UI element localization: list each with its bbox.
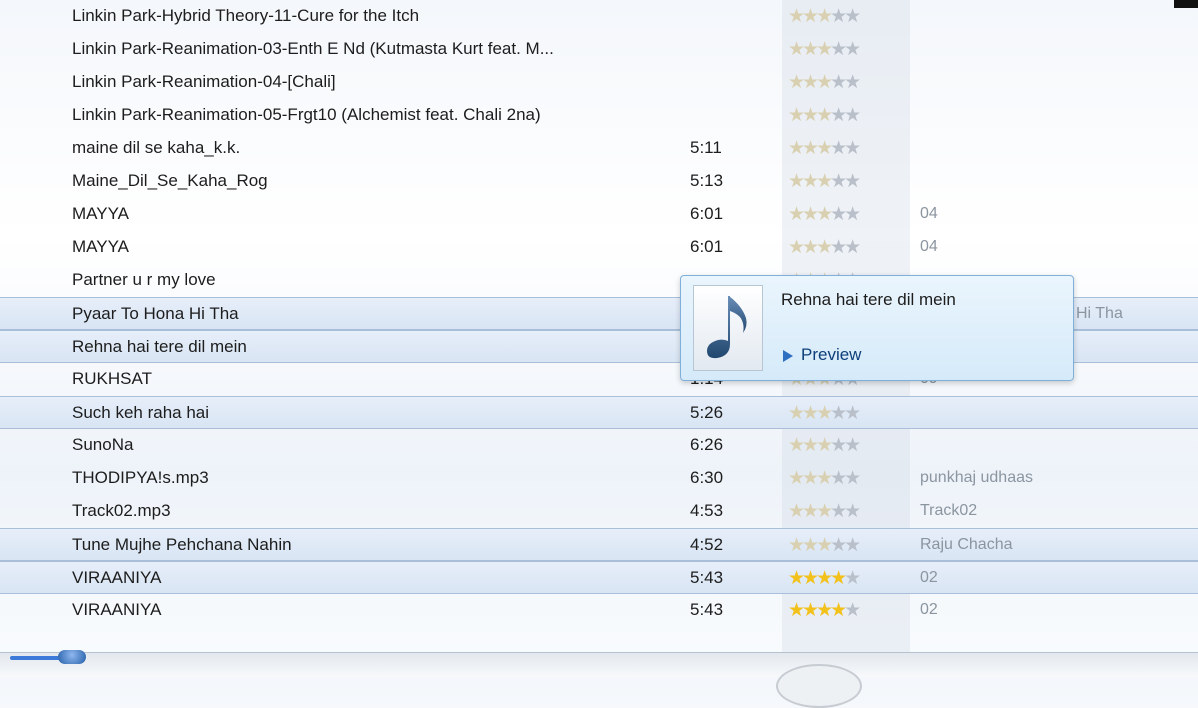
- track-title: Such keh raha hai: [72, 403, 210, 422]
- player-controls-bar: [0, 652, 1198, 677]
- track-row-selected[interactable]: Such keh raha hai 5:26 ★★★★★: [0, 396, 1198, 429]
- track-title: Tune Mujhe Pehchana Nahin: [72, 535, 292, 554]
- track-row[interactable]: Linkin Park-Reanimation-04-[Chali] ★★★★★: [0, 66, 1198, 99]
- track-extra: Track02: [920, 502, 978, 519]
- track-row[interactable]: VIRAANIYA 5:43 ★★★★★ 02: [0, 594, 1198, 627]
- track-row[interactable]: MAYYA 6:01 ★★★★★ 04: [0, 198, 1198, 231]
- rating-stars[interactable]: ★★★★★: [788, 137, 861, 160]
- track-title: Track02.mp3: [72, 501, 171, 520]
- track-title: RUKHSAT: [72, 369, 152, 388]
- track-row[interactable]: Maine_Dil_Se_Kaha_Rog 5:13 ★★★★★: [0, 165, 1198, 198]
- track-row[interactable]: Linkin Park-Reanimation-03-Enth E Nd (Ku…: [0, 33, 1198, 66]
- rating-stars[interactable]: ★★★★★: [788, 467, 861, 490]
- rating-stars[interactable]: ★★★★★: [788, 5, 861, 28]
- track-length: 6:01: [690, 237, 724, 256]
- track-title: Linkin Park-Reanimation-04-[Chali]: [72, 72, 336, 91]
- track-row[interactable]: Track02.mp3 4:53 ★★★★★ Track02: [0, 495, 1198, 528]
- track-row-selected[interactable]: Tune Mujhe Pehchana Nahin 4:52 ★★★★★ Raj…: [0, 528, 1198, 561]
- rating-stars[interactable]: ★★★★★: [788, 203, 861, 226]
- track-extra: 04: [920, 238, 938, 255]
- window-edge-marker: [1174, 0, 1198, 8]
- rating-stars[interactable]: ★★★★★: [788, 534, 861, 557]
- track-length: 6:30: [690, 468, 724, 487]
- music-note-icon: [707, 296, 747, 359]
- rating-stars[interactable]: ★★★★★: [788, 170, 861, 193]
- track-title: VIRAANIYA: [72, 568, 162, 587]
- track-title: Rehna hai tere dil mein: [72, 337, 247, 356]
- track-length: 5:11: [690, 138, 722, 157]
- rating-stars[interactable]: ★★★★★: [788, 434, 861, 457]
- track-title: VIRAANIYA: [72, 600, 162, 619]
- preview-button[interactable]: Preview: [783, 345, 861, 365]
- track-title: THODIPYA!s.mp3: [72, 468, 209, 487]
- track-extra: punkhaj udhaas: [920, 469, 1033, 486]
- track-title: Linkin Park-Reanimation-05-Frgt10 (Alche…: [72, 105, 541, 124]
- track-extra: Raju Chacha: [920, 536, 1013, 553]
- track-extra: Hi Tha: [1076, 305, 1123, 322]
- track-extra: 02: [920, 601, 938, 618]
- track-extra: 02: [920, 569, 938, 586]
- preview-label: Preview: [801, 345, 862, 364]
- track-title: MAYYA: [72, 204, 129, 223]
- track-row[interactable]: THODIPYA!s.mp3 6:30 ★★★★★ punkhaj udhaas: [0, 462, 1198, 495]
- track-title: Maine_Dil_Se_Kaha_Rog: [72, 171, 268, 190]
- rating-stars[interactable]: ★★★★★: [788, 104, 861, 127]
- track-extra: 04: [920, 205, 938, 222]
- seek-handle[interactable]: [58, 650, 86, 664]
- track-title: Linkin Park-Hybrid Theory-11-Cure for th…: [72, 6, 420, 25]
- track-preview-popup: Rehna hai tere dil mein Preview: [680, 275, 1074, 381]
- rating-stars[interactable]: ★★★★★: [788, 236, 861, 259]
- track-length: 6:01: [690, 204, 724, 223]
- track-title: SunoNa: [72, 435, 134, 454]
- track-length: 5:13: [690, 171, 724, 190]
- track-row[interactable]: Linkin Park-Reanimation-05-Frgt10 (Alche…: [0, 99, 1198, 132]
- rating-stars[interactable]: ★★★★★: [788, 500, 861, 523]
- track-length: 5:43: [690, 568, 724, 587]
- track-row[interactable]: MAYYA 6:01 ★★★★★ 04: [0, 231, 1198, 264]
- rating-stars[interactable]: ★★★★★: [788, 402, 861, 425]
- track-length: 4:53: [690, 501, 724, 520]
- track-length: 6:26: [690, 435, 724, 454]
- track-length: 4:52: [690, 535, 724, 554]
- rating-stars[interactable]: ★★★★★: [788, 567, 861, 590]
- track-title: Partner u r my love: [72, 270, 216, 289]
- album-art: [693, 285, 763, 371]
- track-title: Linkin Park-Reanimation-03-Enth E Nd (Ku…: [72, 39, 554, 58]
- track-row-selected[interactable]: VIRAANIYA 5:43 ★★★★★ 02: [0, 561, 1198, 594]
- popup-track-title: Rehna hai tere dil mein: [781, 290, 956, 309]
- track-title: MAYYA: [72, 237, 129, 256]
- track-row[interactable]: maine dil se kaha_k.k. 5:11 ★★★★★: [0, 132, 1198, 165]
- rating-stars[interactable]: ★★★★★: [788, 599, 861, 622]
- track-title: Pyaar To Hona Hi Tha: [72, 304, 239, 323]
- track-title: maine dil se kaha_k.k.: [72, 138, 241, 157]
- track-row[interactable]: SunoNa 6:26 ★★★★★: [0, 429, 1198, 462]
- rating-stars[interactable]: ★★★★★: [788, 38, 861, 61]
- track-length: 5:26: [690, 403, 724, 422]
- track-length: 5:43: [690, 600, 724, 619]
- track-row[interactable]: Linkin Park-Hybrid Theory-11-Cure for th…: [0, 0, 1198, 33]
- rating-stars[interactable]: ★★★★★: [788, 71, 861, 94]
- play-button[interactable]: [776, 664, 862, 708]
- play-icon: [783, 349, 793, 362]
